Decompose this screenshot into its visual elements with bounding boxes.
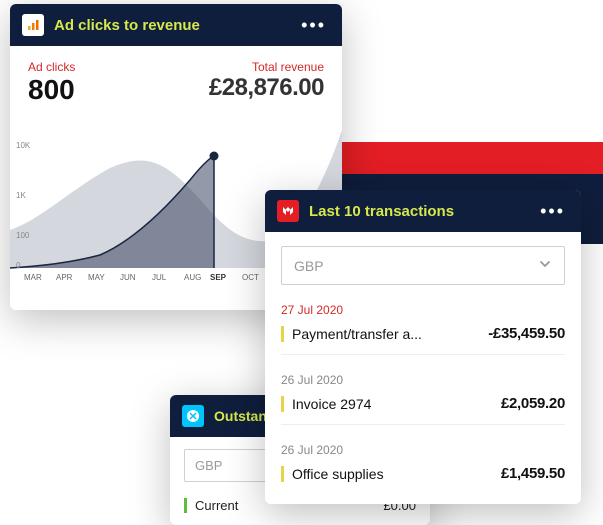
xtick-current: SEP (210, 273, 227, 282)
xtick: MAY (88, 273, 105, 282)
transaction-amount: -£35,459.50 (488, 325, 565, 342)
metric-label-revenue: Total revenue (209, 60, 324, 74)
transaction-date: 26 Jul 2020 (281, 443, 565, 457)
last-transactions-card: Last 10 transactions ••• GBP 27 Jul 2020… (265, 190, 581, 504)
dropdown-value: GBP (294, 258, 324, 274)
transaction-label: Invoice 2974 (281, 396, 371, 412)
card-header: Last 10 transactions ••• (265, 190, 581, 232)
card-header: Ad clicks to revenue ••• (10, 4, 342, 46)
metric-label-clicks: Ad clicks (28, 60, 75, 74)
transaction-date: 27 Jul 2020 (281, 303, 565, 317)
xtick: AUG (184, 273, 201, 282)
ytick: 1K (16, 191, 26, 200)
xtick: OCT (242, 273, 259, 282)
transaction-row[interactable]: Invoice 2974 £2,059.20 (281, 395, 565, 425)
transaction-row[interactable]: Office supplies £1,459.50 (281, 465, 565, 494)
transaction-date: 26 Jul 2020 (281, 373, 565, 387)
xtick: JUL (152, 273, 167, 282)
chevron-down-icon (538, 257, 552, 274)
background-stripe-red (300, 142, 603, 174)
card-title: Last 10 transactions (309, 203, 526, 220)
monzo-icon (277, 200, 299, 222)
transaction-row[interactable]: Payment/transfer a... -£35,459.50 (281, 325, 565, 355)
transaction-label: Office supplies (281, 466, 384, 482)
invoice-row-label: Current (184, 498, 238, 513)
ytick: 10K (16, 141, 31, 150)
xtick: APR (56, 273, 73, 282)
currency-dropdown[interactable]: GBP (281, 246, 565, 285)
transaction-label: Payment/transfer a... (281, 326, 422, 342)
ytick: 100 (16, 231, 30, 240)
ytick: 0 (16, 261, 21, 270)
analytics-icon (22, 14, 44, 36)
more-icon[interactable]: ••• (536, 201, 569, 222)
metric-value-revenue: £28,876.00 (209, 74, 324, 102)
dropdown-value: GBP (195, 458, 222, 473)
more-icon[interactable]: ••• (297, 15, 330, 36)
xtick: MAR (24, 273, 42, 282)
xtick: JUN (120, 273, 136, 282)
card-title: Ad clicks to revenue (54, 17, 287, 34)
transaction-amount: £1,459.50 (501, 465, 565, 482)
metric-value-clicks: 800 (28, 74, 75, 106)
xero-icon (182, 405, 204, 427)
transaction-amount: £2,059.20 (501, 395, 565, 412)
